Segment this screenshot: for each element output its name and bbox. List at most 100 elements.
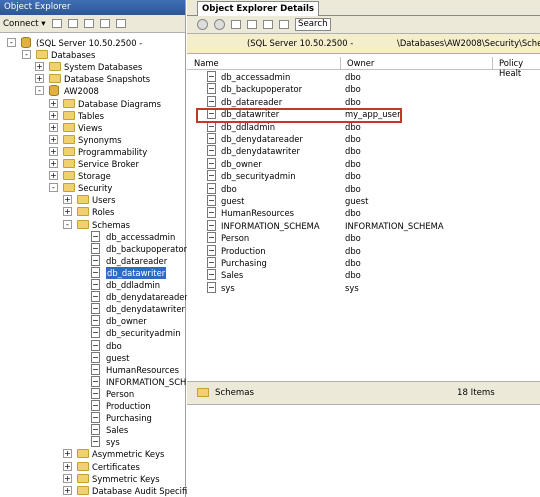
tree-node[interactable]: + Tables [0, 110, 186, 122]
filter-icon[interactable] [99, 19, 110, 28]
tree-node[interactable]: db_denydatareader [0, 291, 188, 303]
list-item[interactable]: sys sys [187, 281, 540, 294]
schema-icon [91, 303, 100, 315]
list-item[interactable]: Production dbo [187, 244, 540, 257]
tree-node[interactable]: + System Databases [0, 61, 186, 73]
tree-node[interactable]: + Database Diagrams [0, 98, 186, 110]
list-item[interactable]: db_owner dbo [187, 157, 540, 170]
list-item[interactable]: INFORMATION_SCHEMA INFORMATION_SCHEMA [187, 219, 540, 232]
expand-icon[interactable]: + [63, 485, 72, 495]
list-item[interactable]: db_datareader dbo [187, 95, 540, 108]
expand-icon[interactable]: + [63, 207, 72, 217]
tree-node[interactable]: Person [0, 387, 186, 400]
column-separator[interactable] [492, 57, 493, 70]
tree-node[interactable]: db_denydatawriter [0, 303, 186, 315]
column-separator[interactable] [340, 57, 341, 70]
list-item[interactable]: db_denydatareader dbo [187, 133, 540, 145]
expand-icon[interactable]: + [49, 134, 58, 144]
filter-icon[interactable] [263, 20, 273, 29]
tree-node[interactable]: db_datareader [0, 254, 186, 267]
row-owner: dbo [345, 270, 361, 281]
tree-node-label: Programmability [78, 146, 148, 157]
search-button[interactable]: Search [295, 18, 331, 31]
disconnect-icon[interactable] [67, 19, 78, 28]
tree-node[interactable]: + Database Audit Specificat [0, 485, 200, 497]
tree-node[interactable]: + Roles [0, 206, 186, 218]
collapse-icon[interactable]: - [63, 219, 72, 229]
expand-icon[interactable]: + [49, 110, 58, 120]
tree-node[interactable]: Production [0, 400, 186, 412]
tree-node[interactable]: Purchasing [0, 412, 186, 424]
tree-node[interactable]: - Schemas [0, 219, 186, 231]
tree-node[interactable]: + Symmetric Keys [0, 473, 186, 485]
tree-node[interactable]: dbo [0, 339, 186, 352]
tree-node[interactable]: + Programmability [0, 146, 186, 158]
tree-node[interactable]: + Service Broker [0, 158, 186, 170]
tree-node[interactable]: db_datawriter [0, 266, 186, 279]
expand-icon[interactable]: + [63, 195, 72, 205]
tree-node[interactable]: + Database Snapshots [0, 73, 186, 85]
tree-node[interactable]: - Databases [0, 49, 186, 61]
row-owner: dbo [345, 208, 361, 219]
list-item[interactable]: dbo dbo [187, 182, 540, 195]
collapse-icon[interactable]: - [49, 183, 58, 193]
tree-node[interactable]: db_securityadmin [0, 327, 186, 339]
column-owner[interactable]: Owner [347, 58, 374, 68]
stop-icon[interactable] [83, 19, 94, 28]
list-item[interactable]: Person dbo [187, 232, 540, 244]
expand-icon[interactable]: + [63, 449, 72, 459]
expand-icon[interactable]: + [49, 122, 58, 132]
list-item[interactable]: db_backupoperator dbo [187, 83, 540, 95]
tree-node[interactable]: Sales [0, 424, 186, 436]
connect-icon[interactable] [51, 19, 62, 28]
schema-icon [207, 257, 216, 268]
tree-node[interactable]: sys [0, 436, 186, 448]
tree-node[interactable]: HumanResources [0, 363, 186, 376]
tree-node[interactable]: + Storage [0, 170, 186, 182]
collapse-icon[interactable]: - [7, 38, 16, 47]
tree-node[interactable]: db_accessadmin [0, 230, 186, 243]
expand-icon[interactable]: + [49, 159, 58, 168]
list-item[interactable]: db_securityadmin dbo [187, 170, 540, 182]
tree-node[interactable]: - AW2008 [0, 85, 186, 97]
tree-node[interactable]: db_backupoperator [0, 242, 187, 255]
connect-button[interactable]: Connect ▾ [3, 19, 46, 29]
search-icon[interactable] [279, 20, 289, 29]
expand-icon[interactable]: + [63, 461, 72, 471]
forward-icon[interactable] [214, 19, 225, 30]
refresh-icon[interactable] [115, 19, 126, 28]
tree-node[interactable]: + Users [0, 194, 186, 206]
expand-icon[interactable]: + [35, 62, 44, 72]
tree-node[interactable]: guest [0, 351, 186, 364]
expand-icon[interactable]: + [49, 98, 58, 108]
tree-node[interactable]: + Certificates [0, 461, 186, 473]
tree-node[interactable]: db_owner [0, 315, 186, 327]
list-item[interactable]: HumanResources dbo [187, 207, 540, 219]
tree-node[interactable]: + Views [0, 122, 186, 134]
expand-icon[interactable]: + [49, 171, 58, 181]
tree-node[interactable]: db_ddladmin [0, 279, 186, 291]
expand-icon[interactable]: + [35, 74, 44, 84]
collapse-icon[interactable]: - [22, 50, 31, 60]
column-name[interactable]: Name [194, 58, 219, 68]
expand-icon[interactable]: + [63, 473, 72, 483]
collapse-icon[interactable]: - [35, 86, 44, 96]
schema-icon [91, 436, 100, 448]
expand-icon[interactable]: + [49, 146, 58, 156]
tree-node[interactable]: + Asymmetric Keys [0, 448, 186, 460]
list-item[interactable]: db_denydatawriter dbo [187, 145, 540, 157]
tab-object-explorer-details[interactable]: Object Explorer Details [197, 1, 320, 16]
folder-icon [77, 461, 89, 471]
tree-node[interactable]: INFORMATION_SCHE [0, 375, 192, 388]
tree-node[interactable]: + Synonyms [0, 134, 186, 146]
back-icon[interactable] [197, 19, 208, 30]
details-toolbar: Search [187, 16, 540, 34]
list-item[interactable]: Purchasing dbo [187, 257, 540, 269]
sync-icon[interactable] [231, 20, 241, 29]
refresh-icon[interactable] [247, 20, 257, 29]
tree-node[interactable]: - (SQL Server 10.50.2500 - [0, 37, 186, 49]
list-item[interactable]: guest guest [187, 195, 540, 207]
list-item[interactable]: Sales dbo [187, 269, 540, 281]
tree-node[interactable]: - Security [0, 182, 186, 194]
list-item[interactable]: db_accessadmin dbo [187, 71, 540, 83]
